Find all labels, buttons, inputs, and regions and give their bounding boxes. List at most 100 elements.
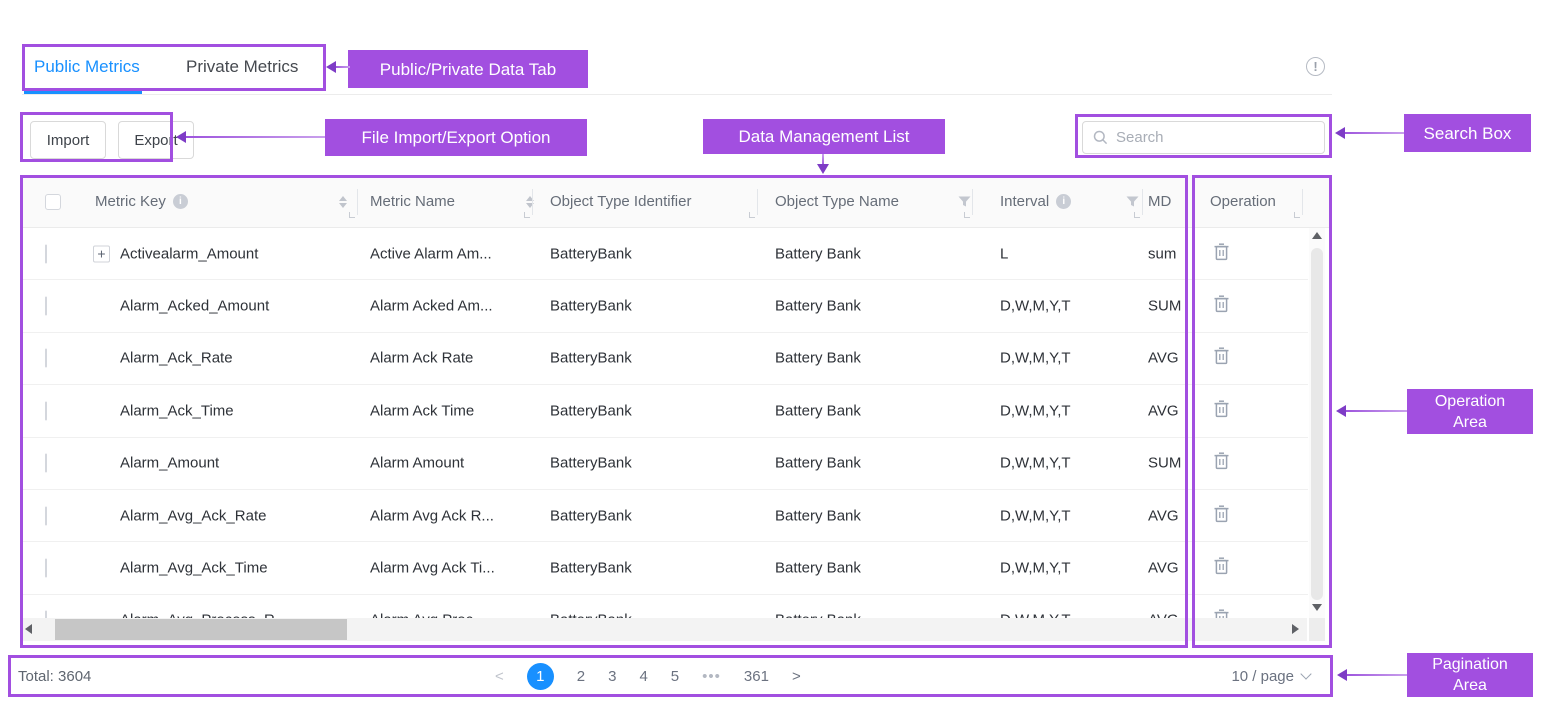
metric-key-cell: Activealarm_Amount xyxy=(120,245,258,262)
metric-name-cell: Alarm Ack Rate xyxy=(370,350,473,367)
object-type-identifier-cell: BatteryBank xyxy=(550,507,632,524)
object-type-name-cell: Battery Bank xyxy=(775,455,861,472)
metric-name-cell: Alarm Avg Ack Ti... xyxy=(370,560,495,577)
next-page-icon[interactable]: > xyxy=(792,668,801,685)
active-tab-underline xyxy=(24,91,142,94)
info-icon[interactable]: i xyxy=(173,194,188,209)
delete-icon[interactable] xyxy=(1213,243,1230,261)
md-cell: AVG xyxy=(1148,507,1189,524)
page-4[interactable]: 4 xyxy=(639,668,647,685)
md-cell: AVG xyxy=(1148,560,1189,577)
resize-handle[interactable] xyxy=(964,212,970,218)
info-icon[interactable]: i xyxy=(1056,194,1071,209)
row-checkbox[interactable] xyxy=(45,506,47,525)
interval-cell: D,W,M,Y,T xyxy=(1000,350,1071,367)
page-5[interactable]: 5 xyxy=(671,668,679,685)
annotation-arrow xyxy=(184,136,325,138)
tabbar-divider xyxy=(22,94,1332,95)
row-checkbox[interactable] xyxy=(45,454,47,473)
annotation-arrowhead xyxy=(817,164,829,174)
interval-cell: D,W,M,Y,T xyxy=(1000,402,1071,419)
resize-handle[interactable] xyxy=(524,212,530,218)
scroll-down-icon[interactable] xyxy=(1312,604,1322,611)
interval-cell: D,W,M,Y,T xyxy=(1000,560,1071,577)
search-icon xyxy=(1093,130,1108,145)
resize-handle[interactable] xyxy=(1294,212,1300,218)
annotation-arrow xyxy=(1343,132,1404,134)
column-divider xyxy=(972,189,973,215)
resize-handle[interactable] xyxy=(749,212,755,218)
tab-public-metrics[interactable]: Public Metrics xyxy=(34,57,140,77)
annotation-operation-label: Operation Area xyxy=(1407,389,1533,434)
page-1-current[interactable]: 1 xyxy=(527,663,554,690)
md-cell: SUM xyxy=(1148,455,1189,472)
metric-name-cell: Active Alarm Am... xyxy=(370,245,492,262)
table-body: + Activealarm_Amount Active Alarm Am... … xyxy=(20,228,1332,645)
md-cell: AVG xyxy=(1148,350,1189,367)
select-all-checkbox[interactable] xyxy=(45,194,61,210)
chevron-down-icon xyxy=(1300,668,1311,679)
table-row[interactable]: Alarm_Acked_Amount Alarm Acked Am... Bat… xyxy=(20,280,1308,332)
object-type-identifier-cell: BatteryBank xyxy=(550,455,632,472)
table-row[interactable]: Alarm_Avg_Ack_Rate Alarm Avg Ack R... Ba… xyxy=(20,490,1308,542)
column-divider xyxy=(357,189,358,215)
import-button[interactable]: Import xyxy=(30,121,106,159)
annotation-search-label: Search Box xyxy=(1404,114,1531,152)
scroll-left-icon[interactable] xyxy=(25,624,32,634)
md-cell: sum xyxy=(1148,245,1189,262)
column-metric-key[interactable]: Metric Key i xyxy=(95,175,188,228)
metric-key-cell: Alarm_Acked_Amount xyxy=(120,298,269,315)
column-divider xyxy=(1142,189,1143,215)
pages-ellipsis[interactable]: ••• xyxy=(702,668,721,685)
row-checkbox[interactable] xyxy=(45,349,47,368)
delete-icon[interactable] xyxy=(1213,400,1230,418)
tab-private-metrics[interactable]: Private Metrics xyxy=(186,57,298,77)
row-checkbox[interactable] xyxy=(45,244,47,263)
md-cell: SUM xyxy=(1148,298,1189,315)
delete-icon[interactable] xyxy=(1213,505,1230,523)
object-type-identifier-cell: BatteryBank xyxy=(550,560,632,577)
annotation-arrow xyxy=(334,66,350,68)
column-metric-name[interactable]: Metric Name xyxy=(370,175,455,228)
resize-handle[interactable] xyxy=(1134,212,1140,218)
table-row[interactable]: Alarm_Ack_Time Alarm Ack Time BatteryBan… xyxy=(20,385,1308,437)
metric-key-cell: Alarm_Avg_Ack_Time xyxy=(120,560,268,577)
annotation-arrowhead xyxy=(326,61,336,73)
annotation-arrowhead xyxy=(1335,127,1345,139)
object-type-name-cell: Battery Bank xyxy=(775,560,861,577)
vertical-scrollbar-thumb[interactable] xyxy=(1311,248,1323,600)
resize-handle[interactable] xyxy=(349,212,355,218)
page-3[interactable]: 3 xyxy=(608,668,616,685)
horizontal-scrollbar-thumb[interactable] xyxy=(55,619,347,640)
search-input[interactable]: Search xyxy=(1082,121,1325,154)
filter-icon[interactable] xyxy=(1126,196,1139,208)
interval-cell: D,W,M,Y,T xyxy=(1000,507,1071,524)
prev-page-icon[interactable]: < xyxy=(495,668,504,685)
delete-icon[interactable] xyxy=(1213,347,1230,365)
page-info-icon[interactable]: ! xyxy=(1306,57,1325,76)
object-type-name-cell: Battery Bank xyxy=(775,507,861,524)
page-2[interactable]: 2 xyxy=(577,668,585,685)
pager: < 1 2 3 4 5 ••• 361 > xyxy=(495,655,801,697)
column-object-type-identifier: Object Type Identifier xyxy=(550,175,691,228)
annotation-pagination-label: Pagination Area xyxy=(1407,653,1533,697)
row-checkbox[interactable] xyxy=(45,297,47,316)
metric-name-cell: Alarm Amount xyxy=(370,455,464,472)
page-last[interactable]: 361 xyxy=(744,668,769,685)
table-row[interactable]: Alarm_Amount Alarm Amount BatteryBank Ba… xyxy=(20,438,1308,490)
scroll-up-icon[interactable] xyxy=(1312,232,1322,239)
delete-icon[interactable] xyxy=(1213,557,1230,575)
interval-cell: D,W,M,Y,T xyxy=(1000,455,1071,472)
page-size-select[interactable]: 10 / page xyxy=(1231,655,1310,697)
row-checkbox[interactable] xyxy=(45,401,47,420)
table-row[interactable]: Alarm_Avg_Ack_Time Alarm Avg Ack Ti... B… xyxy=(20,542,1308,594)
row-checkbox[interactable] xyxy=(45,559,47,578)
filter-icon[interactable] xyxy=(958,196,971,208)
table-row[interactable]: + Activealarm_Amount Active Alarm Am... … xyxy=(20,228,1308,280)
delete-icon[interactable] xyxy=(1213,452,1230,470)
scroll-right-icon[interactable] xyxy=(1292,624,1299,634)
expand-row-icon[interactable]: + xyxy=(93,245,110,262)
table-row[interactable]: Alarm_Ack_Rate Alarm Ack Rate BatteryBan… xyxy=(20,333,1308,385)
delete-icon[interactable] xyxy=(1213,295,1230,313)
sort-icon[interactable] xyxy=(339,196,347,208)
